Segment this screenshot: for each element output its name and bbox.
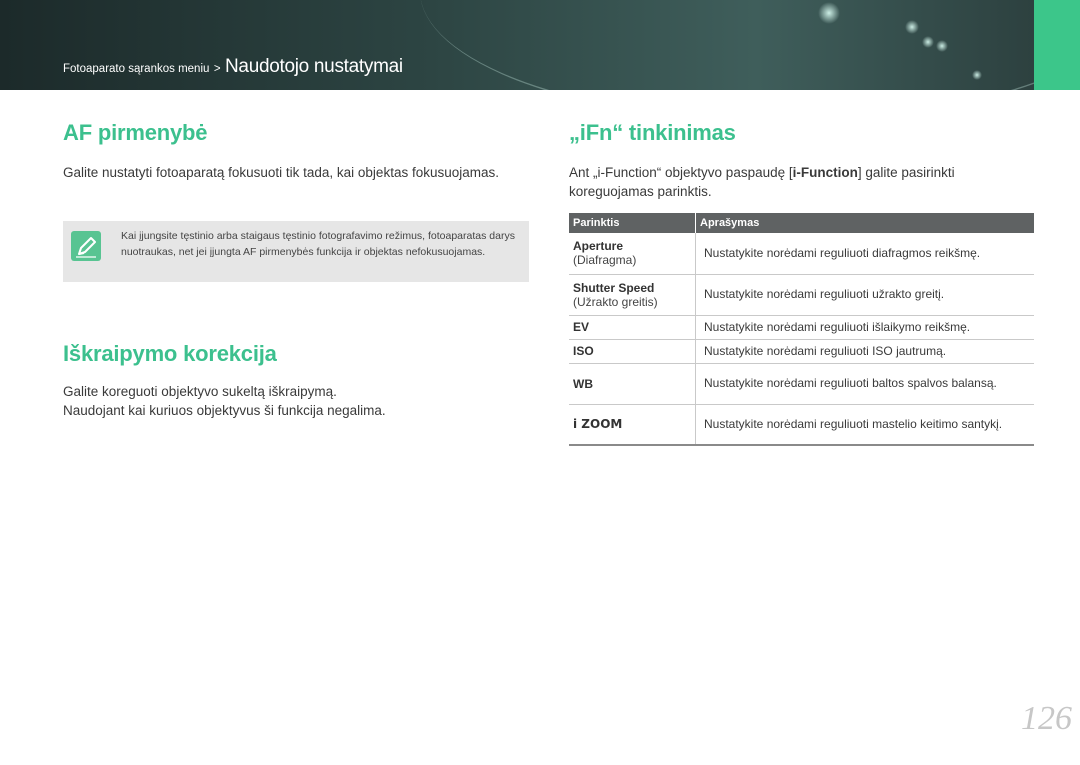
option-description: Nustatykite norėdami reguliuoti ISO jaut…	[695, 339, 1034, 364]
chapter-header: Fotoaparato sąrankos meniu > Naudotojo n…	[0, 0, 1080, 90]
option-description: Nustatykite norėdami reguliuoti užrakto …	[695, 274, 1034, 316]
chapter-tab	[1034, 0, 1080, 90]
breadcrumb: Fotoaparato sąrankos meniu > Naudotojo n…	[63, 56, 403, 78]
page-number: 126	[1021, 700, 1072, 737]
af-title: AF pirmenybė	[63, 120, 208, 145]
table-header-row: Parinktis Aprašymas	[569, 213, 1034, 233]
option-description: Nustatykite norėdami reguliuoti baltos s…	[695, 363, 1034, 405]
distortion-line-1: Galite koreguoti objektyvo sukeltą iškra…	[63, 384, 337, 399]
option-name: ISO	[573, 344, 594, 358]
option-cell: EV	[569, 315, 696, 340]
option-description: Nustatykite norėdami reguliuoti išlaikym…	[695, 315, 1034, 340]
table-row: Shutter Speed (Užrakto greitis) Nustatyk…	[569, 274, 1034, 316]
option-name: EV	[573, 320, 590, 334]
distortion-section: Iškraipymo korekcija Galite koreguoti ob…	[63, 341, 529, 420]
header-glow	[972, 70, 982, 80]
ifn-desc-before: Ant „i-Function“ objektyvo paspaudę [	[569, 165, 793, 180]
ifn-options-table: Parinktis Aprašymas Aperture (Diafragma)…	[569, 213, 1034, 446]
header-glow	[818, 2, 840, 24]
header-glow	[936, 40, 948, 52]
column-header-description: Aprašymas	[695, 213, 1034, 233]
option-cell: Aperture (Diafragma)	[569, 233, 696, 275]
option-cell: Shutter Speed (Užrakto greitis)	[569, 274, 696, 316]
ifn-title: „iFn“ tinkinimas	[569, 120, 736, 145]
option-cell: ISO	[569, 339, 696, 364]
ifn-button-name: i-Function	[792, 165, 858, 180]
distortion-title: Iškraipymo korekcija	[63, 341, 277, 366]
ifn-description: Ant „i-Function“ objektyvo paspaudę [i-F…	[569, 163, 1034, 201]
i-zoom-icon: i ZOOM	[573, 417, 623, 432]
pencil-note-icon	[71, 231, 101, 261]
table-row: EV Nustatykite norėdami reguliuoti išlai…	[569, 315, 1034, 340]
header-glow	[905, 20, 919, 34]
af-note-text: Kai įjungsite tęstinio arba staigaus tęs…	[121, 230, 515, 258]
table-row: Aperture (Diafragma) Nustatykite norėdam…	[569, 233, 1034, 275]
table-row: i ZOOM Nustatykite norėdami reguliuoti m…	[569, 404, 1034, 446]
column-header-option: Parinktis	[569, 213, 696, 233]
ifn-section: „iFn“ tinkinimas Ant „i-Function“ objekt…	[569, 120, 1034, 201]
option-name: Shutter Speed	[573, 280, 655, 295]
option-description: Nustatykite norėdami reguliuoti mastelio…	[695, 404, 1034, 446]
header-glow	[922, 36, 934, 48]
option-description: Nustatykite norėdami reguliuoti diafragm…	[695, 233, 1034, 275]
breadcrumb-current: Naudotojo nustatymai	[225, 56, 403, 77]
distortion-line-2: Naudojant kai kuriuos objektyvus ši funk…	[63, 403, 386, 418]
af-section: AF pirmenybė Galite nustatyti fotoaparat…	[63, 120, 529, 182]
table-row: ISO Nustatykite norėdami reguliuoti ISO …	[569, 339, 1034, 364]
breadcrumb-separator: >	[213, 63, 221, 75]
option-cell: WB	[569, 363, 696, 405]
af-note: Kai įjungsite tęstinio arba staigaus tęs…	[63, 221, 529, 282]
af-description: Galite nustatyti fotoaparatą fokusuoti t…	[63, 165, 499, 180]
breadcrumb-parent: Fotoaparato sąrankos meniu	[63, 63, 210, 75]
option-name: Aperture	[573, 239, 624, 254]
table-row: WB Nustatykite norėdami reguliuoti balto…	[569, 363, 1034, 405]
option-cell: i ZOOM	[569, 404, 696, 446]
option-subtitle: (Diafragma)	[573, 253, 637, 268]
option-name: WB	[573, 376, 593, 391]
option-subtitle: (Užrakto greitis)	[573, 294, 658, 309]
